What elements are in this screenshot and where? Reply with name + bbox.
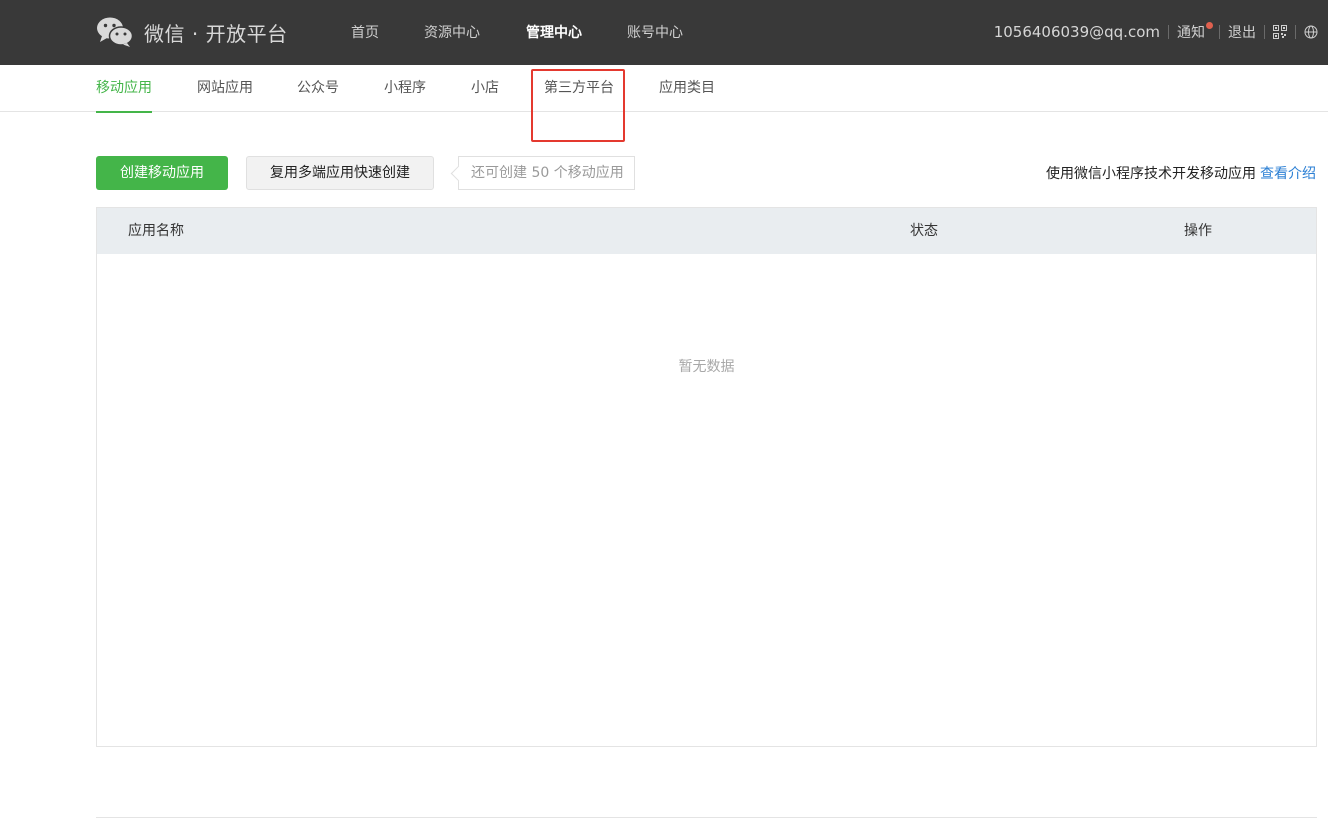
table-header: 应用名称 状态 操作 (97, 208, 1316, 254)
nav-home[interactable]: 首页 (351, 0, 379, 65)
tab-mini-programs[interactable]: 小程序 (384, 65, 426, 112)
tab-website-apps[interactable]: 网站应用 (197, 65, 253, 112)
quick-create-button[interactable]: 复用多端应用快速创建 (246, 156, 434, 190)
divider (1295, 25, 1296, 39)
qrcode-icon[interactable] (1273, 25, 1287, 39)
nav-management-center[interactable]: 管理中心 (526, 0, 582, 65)
tab-mobile-apps[interactable]: 移动应用 (96, 65, 152, 113)
create-mobile-app-button[interactable]: 创建移动应用 (96, 156, 228, 190)
divider (1219, 25, 1220, 39)
divider (1264, 25, 1265, 39)
user-email[interactable]: 1056406039@qq.com (994, 23, 1160, 41)
divider (1168, 25, 1169, 39)
intro-text: 使用微信小程序技术开发移动应用 (1046, 166, 1256, 182)
globe-icon[interactable] (1304, 25, 1318, 39)
notify-dot (1206, 22, 1213, 29)
wechat-open-platform-logo[interactable]: 微信 · 开放平台 (96, 16, 288, 48)
column-app-name: 应用名称 (128, 223, 184, 239)
tab-shop[interactable]: 小店 (471, 65, 499, 112)
nav-account-center[interactable]: 账号中心 (627, 0, 683, 65)
mini-program-intro: 使用微信小程序技术开发移动应用 查看介绍 (1046, 163, 1316, 183)
sub-navigation: 移动应用 网站应用 公众号 小程序 小店 第三方平台 应用类目 (0, 65, 1328, 113)
column-status: 状态 (910, 223, 938, 239)
user-area: 1056406039@qq.com 通知 退出 (994, 20, 1318, 44)
highlight-annotation-box (531, 69, 625, 142)
column-actions: 操作 (1184, 223, 1212, 239)
nav-resource-center[interactable]: 资源中心 (424, 0, 480, 65)
top-navbar: 微信 · 开放平台 首页 资源中心 管理中心 账号中心 1056406039@q… (0, 0, 1328, 65)
view-intro-link[interactable]: 查看介绍 (1260, 166, 1316, 182)
notify-link[interactable]: 通知 (1177, 22, 1213, 42)
tab-official-accounts[interactable]: 公众号 (297, 65, 339, 112)
apps-table: 应用名称 状态 操作 暂无数据 (96, 207, 1317, 747)
remaining-quota-tip: 还可创建 50 个移动应用 (458, 156, 635, 190)
logo-text: 微信 · 开放平台 (144, 21, 288, 46)
logout-link[interactable]: 退出 (1228, 22, 1256, 42)
empty-state-text: 暂无数据 (678, 359, 735, 375)
notify-label: 通知 (1177, 25, 1205, 41)
tab-app-categories[interactable]: 应用类目 (659, 65, 715, 112)
wechat-logo-icon (97, 17, 134, 47)
